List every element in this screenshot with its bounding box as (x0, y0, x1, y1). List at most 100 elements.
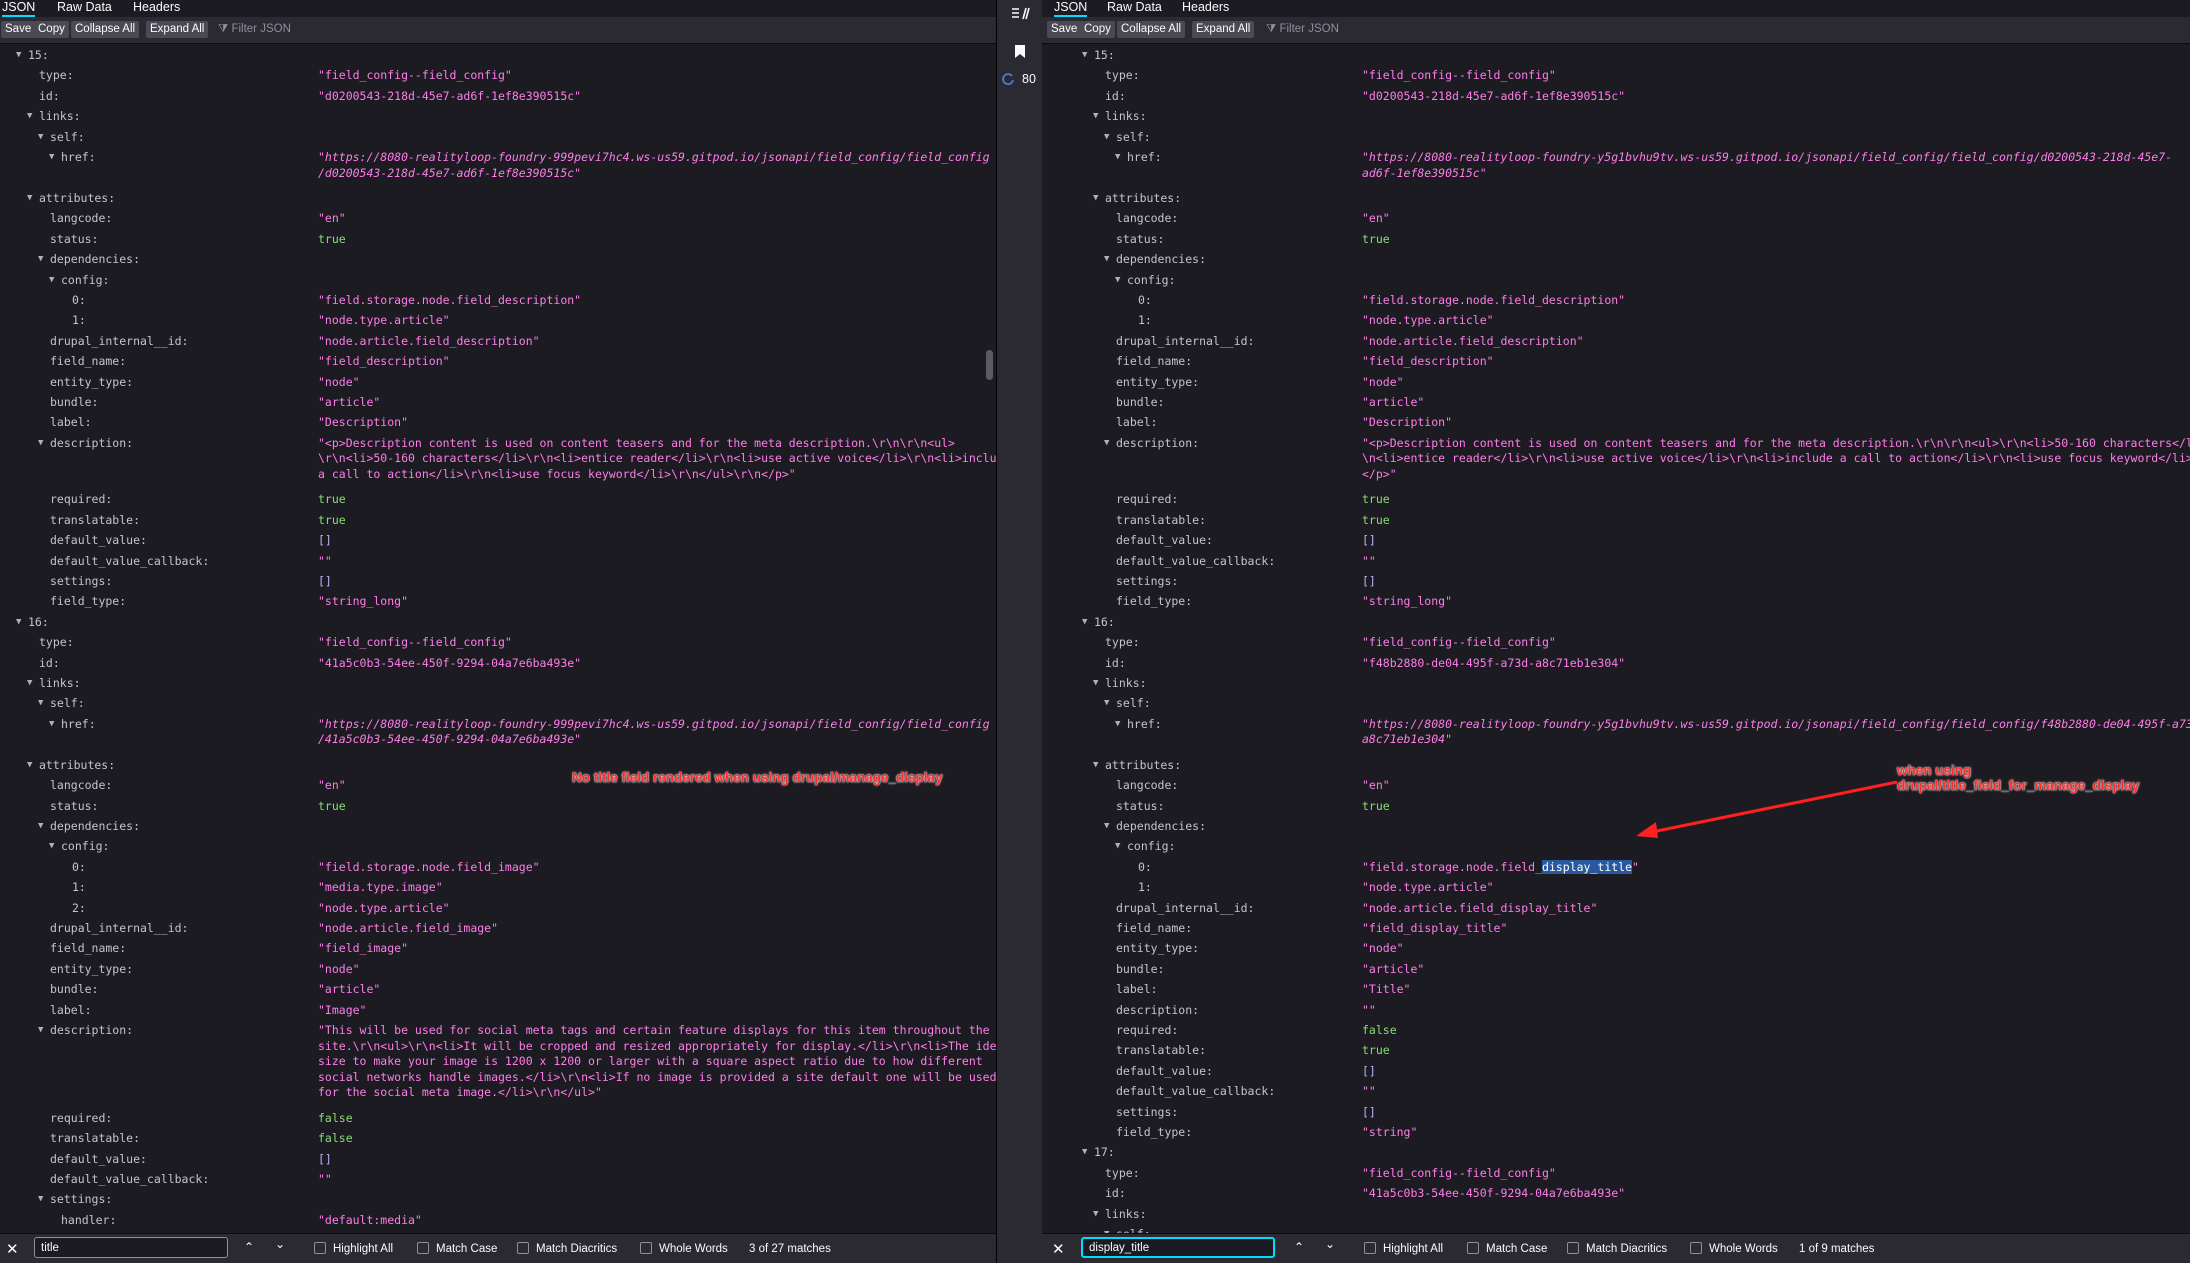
json-key: type: (1105, 68, 1140, 83)
chevron-up-icon[interactable]: ⌃ (244, 1240, 254, 1254)
triangle-down-icon[interactable]: ▼ (1115, 719, 1120, 729)
tab-raw-data[interactable]: Raw Data (57, 0, 112, 15)
triangle-down-icon[interactable]: ▼ (1093, 678, 1098, 688)
triangle-down-icon[interactable]: ▼ (49, 841, 54, 851)
triangle-down-icon[interactable]: ▼ (1082, 50, 1087, 60)
json-value-text: "node" (1362, 374, 1404, 389)
filter-json-input[interactable]: ⧩ Filter JSON (218, 21, 291, 38)
triangle-down-icon[interactable]: ▼ (1115, 152, 1120, 162)
json-key: field_name: (1116, 354, 1193, 369)
triangle-down-icon[interactable]: ▼ (49, 152, 54, 162)
json-key: required: (1116, 492, 1179, 507)
json-key: attributes: (39, 757, 116, 772)
json-value: "d0200543-218d-45e7-ad6f-1ef8e390515c" (318, 89, 581, 105)
json-value: "string" (1362, 1125, 1417, 1141)
chevron-down-icon[interactable]: ⌄ (275, 1237, 285, 1251)
triangle-down-icon[interactable]: ▼ (38, 438, 43, 448)
tab-headers[interactable]: Headers (133, 0, 180, 15)
triangle-down-icon[interactable]: ▼ (1093, 193, 1098, 203)
highlight-all-checkbox[interactable] (1364, 1242, 1376, 1254)
whole-words-label: Whole Words (659, 1243, 728, 1255)
expand-all-button[interactable]: Expand All (146, 21, 209, 38)
copy-button[interactable]: Copy (34, 21, 69, 38)
match-diacritics-checkbox[interactable] (1567, 1242, 1579, 1254)
json-key: entity_type: (1116, 941, 1200, 956)
triangle-down-icon[interactable]: ▼ (38, 254, 43, 264)
match-case-checkbox[interactable] (1467, 1242, 1479, 1254)
triangle-down-icon[interactable]: ▼ (38, 1025, 43, 1035)
filter-json-input[interactable]: ⧩ Filter JSON (1266, 21, 1339, 38)
match-case-checkbox[interactable] (417, 1242, 429, 1254)
bookmark-icon[interactable] (1013, 44, 1027, 60)
json-key: dependencies: (50, 252, 141, 267)
tab-json[interactable]: JSON (1054, 0, 1088, 17)
json-value: "f48b2880-de04-495f-a73d-a8c71eb1e304" (1362, 656, 1625, 672)
triangle-down-icon[interactable]: ▼ (1104, 821, 1109, 831)
whole-words-checkbox[interactable] (1690, 1242, 1702, 1254)
triangle-down-icon[interactable]: ▼ (27, 193, 32, 203)
triangle-down-icon[interactable]: ▼ (27, 678, 32, 688)
triangle-down-icon[interactable]: ▼ (27, 111, 32, 121)
find-input[interactable] (34, 1237, 228, 1258)
json-key: attributes: (39, 191, 116, 205)
triangle-down-icon[interactable]: ▼ (1082, 617, 1087, 627)
reload-icon[interactable] (1001, 72, 1015, 86)
triangle-down-icon[interactable]: ▼ (1093, 760, 1098, 770)
json-key: settings: (50, 1192, 113, 1207)
match-diacritics-checkbox[interactable] (517, 1242, 529, 1254)
triangle-down-icon[interactable]: ▼ (1104, 132, 1109, 142)
json-value-text: "node.article.field_image" (318, 921, 499, 935)
collapse-all-button[interactable]: Collapse All (1117, 21, 1186, 38)
find-input[interactable] (1081, 1237, 1275, 1258)
json-value: "field_description" (318, 354, 450, 370)
triangle-down-icon[interactable]: ▼ (1115, 841, 1120, 851)
json-value: true (1362, 513, 1390, 529)
triangle-down-icon[interactable]: ▼ (1093, 1209, 1098, 1219)
triangle-down-icon[interactable]: ▼ (16, 50, 21, 60)
triangle-down-icon[interactable]: ▼ (49, 719, 54, 729)
json-key: translatable: (1116, 512, 1207, 527)
whole-words-checkbox[interactable] (640, 1242, 652, 1254)
tab-headers[interactable]: Headers (1182, 0, 1229, 15)
json-value-text: "https://8080-realityloop-foundry-y5g1bv… (1362, 716, 2190, 747)
json-value-text: "en" (318, 778, 346, 793)
json-value: true (318, 513, 346, 529)
json-value: "field_config--field_config" (318, 635, 512, 651)
triangle-down-icon[interactable]: ▼ (27, 760, 32, 770)
close-icon[interactable]: ✕ (6, 1240, 19, 1258)
close-icon[interactable]: ✕ (1052, 1240, 1065, 1258)
json-value: "field_display_title" (1362, 921, 1507, 937)
triangle-down-icon[interactable]: ▼ (38, 821, 43, 831)
triangle-down-icon[interactable]: ▼ (49, 275, 54, 285)
chevron-down-icon[interactable]: ⌄ (1325, 1237, 1335, 1251)
tab-json[interactable]: JSON (2, 0, 36, 17)
triangle-down-icon[interactable]: ▼ (1093, 111, 1098, 121)
triangle-down-icon[interactable]: ▼ (38, 1194, 43, 1204)
triangle-down-icon[interactable]: ▼ (1115, 275, 1120, 285)
json-value: "https://8080-realityloop-foundry-y5g1bv… (1362, 717, 2190, 748)
triangle-down-icon[interactable]: ▼ (1104, 254, 1109, 264)
json-value-text: "node.type.article" (318, 313, 450, 328)
triangle-down-icon[interactable]: ▼ (38, 698, 43, 708)
json-key: label: (50, 415, 92, 430)
expand-all-button[interactable]: Expand All (1192, 21, 1255, 38)
json-value-text: [] (318, 533, 332, 548)
triangle-down-icon[interactable]: ▼ (1104, 438, 1109, 448)
triangle-down-icon[interactable]: ▼ (16, 617, 21, 627)
triangle-down-icon[interactable]: ▼ (38, 132, 43, 142)
save-button[interactable]: Save (1, 21, 36, 38)
save-button[interactable]: Save (1047, 21, 1082, 38)
copy-button[interactable]: Copy (1080, 21, 1115, 38)
highlight-all-checkbox[interactable] (314, 1242, 326, 1254)
triangle-down-icon[interactable]: ▼ (1082, 1147, 1087, 1157)
reader-view-icon[interactable] (1010, 6, 1030, 22)
collapse-all-button[interactable]: Collapse All (71, 21, 140, 38)
json-value-text: true (1362, 231, 1390, 246)
tab-raw-data[interactable]: Raw Data (1107, 0, 1162, 15)
triangle-down-icon[interactable]: ▼ (1104, 698, 1109, 708)
json-key: dependencies: (1116, 819, 1207, 833)
chevron-up-icon[interactable]: ⌃ (1294, 1240, 1304, 1254)
scrollbar-thumb[interactable] (986, 350, 993, 380)
json-value-text: "<p>Description content is used on conte… (1362, 435, 2190, 481)
json-key: self: (50, 129, 85, 144)
